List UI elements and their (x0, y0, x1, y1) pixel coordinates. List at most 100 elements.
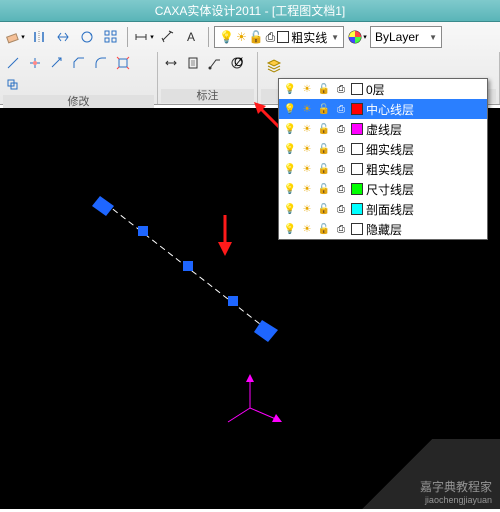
lock-icon: 🔓 (317, 82, 331, 96)
print-icon: ⎙ (334, 142, 348, 156)
grip-mid[interactable] (183, 261, 193, 271)
sun-icon: ☀ (300, 162, 314, 176)
tool-leader[interactable] (205, 53, 225, 73)
lightbulb-icon: 💡 (283, 82, 297, 96)
linetype-combo[interactable]: ByLayer ▼ (370, 26, 442, 48)
layer-name: 剖面线层 (366, 201, 414, 218)
watermark-line1: 嘉字典教程家 (420, 478, 492, 495)
color-picker[interactable]: ▾ (346, 26, 368, 48)
lock-icon: 🔓 (317, 222, 331, 236)
print-icon: ⎙ (334, 82, 348, 96)
lock-icon: 🔓 (317, 162, 331, 176)
print-icon: ⎙ (334, 102, 348, 116)
tool-symbol[interactable]: Ø (227, 53, 247, 73)
tool-trim[interactable] (25, 53, 45, 73)
print-icon: ⎙ (334, 182, 348, 196)
layer-manager[interactable] (263, 55, 285, 77)
svg-text:A: A (187, 30, 195, 44)
layer-row[interactable]: 💡☀🔓⎙ 细实线层 (279, 139, 487, 159)
ucs-icon (228, 374, 282, 422)
layer-row[interactable]: 💡☀🔓⎙虚线层 (279, 119, 487, 139)
layer-dropdown: 💡☀🔓⎙0层💡☀🔓⎙中心线层💡☀🔓⎙虚线层💡☀🔓⎙细实线层💡☀🔓⎙粗实线层💡☀🔓… (278, 78, 488, 240)
print-icon: ⎙ (266, 30, 276, 45)
layer-name: 隐藏层 (366, 221, 402, 238)
lightbulb-icon: 💡 (283, 142, 297, 156)
lightbulb-icon: 💡 (283, 202, 297, 216)
lightbulb-icon: 💡 (283, 162, 297, 176)
color-swatch (351, 163, 363, 175)
layer-row[interactable]: 💡☀🔓⎙尺寸线层 (279, 179, 487, 199)
tool-mirror-h[interactable] (52, 26, 74, 48)
panel-label-annotate: 标注 (161, 89, 254, 103)
lock-icon: 🔓 (317, 122, 331, 136)
layer-row[interactable]: 💡☀🔓⎙隐藏层 (279, 219, 487, 239)
chevron-down-icon: ▼ (331, 33, 339, 42)
lightbulb-icon: 💡 (283, 122, 297, 136)
tool-array[interactable] (100, 26, 122, 48)
lightbulb-icon: 💡 (219, 30, 234, 44)
sun-icon: ☀ (236, 30, 247, 44)
panel-modify: 修改 (0, 52, 158, 104)
color-swatch (351, 83, 363, 95)
tool-offset[interactable] (3, 75, 23, 95)
layer-combo[interactable]: 💡 ☀ 🔓 ⎙ 粗实线 ▼ (214, 26, 344, 48)
tool-dim-h[interactable] (161, 53, 181, 73)
tool-dim-linear[interactable]: ▾ (133, 26, 155, 48)
tool-line[interactable] (3, 53, 23, 73)
sun-icon: ☀ (300, 102, 314, 116)
panel-label-modify: 修改 (3, 95, 154, 109)
tool-mirror[interactable] (28, 26, 50, 48)
sun-icon: ☀ (300, 222, 314, 236)
sun-icon: ☀ (300, 142, 314, 156)
title-bar: CAXA实体设计2011 - [工程图文档1] (0, 0, 500, 22)
layer-combo-text: 粗实线 (291, 29, 327, 46)
lightbulb-icon: 💡 (283, 102, 297, 116)
tool-dim-doc[interactable] (183, 53, 203, 73)
separator (208, 27, 209, 47)
tool-extend[interactable] (47, 53, 67, 73)
sun-icon: ☀ (300, 82, 314, 96)
tool-fillet[interactable] (91, 53, 111, 73)
tool-chamfer[interactable] (69, 53, 89, 73)
color-swatch (351, 123, 363, 135)
tool-dim-aligned[interactable] (157, 26, 179, 48)
print-icon: ⎙ (334, 202, 348, 216)
color-swatch (351, 183, 363, 195)
panel-annotate: Ø 标注 (158, 52, 258, 104)
color-swatch (351, 103, 363, 115)
grip-node-1[interactable] (138, 226, 148, 236)
layer-name: 细实线层 (366, 141, 414, 158)
layer-row[interactable]: 💡☀🔓⎙0层 (279, 79, 487, 99)
layer-name: 中心线层 (366, 101, 414, 118)
svg-text:Ø: Ø (234, 55, 243, 69)
tool-text[interactable]: A (181, 26, 203, 48)
color-swatch (351, 143, 363, 155)
tool-eraser[interactable]: ▾ (4, 26, 26, 48)
lightbulb-icon: 💡 (283, 222, 297, 236)
grip-node-2[interactable] (228, 296, 238, 306)
lock-icon: 🔓 (317, 102, 331, 116)
sun-icon: ☀ (300, 122, 314, 136)
app-title: CAXA实体设计2011 - [工程图文档1] (155, 2, 346, 19)
color-swatch (351, 203, 363, 215)
lightbulb-icon: 💡 (283, 182, 297, 196)
lock-icon: 🔓 (317, 142, 331, 156)
layer-row[interactable]: 💡☀🔓⎙粗实线层 (279, 159, 487, 179)
color-swatch (277, 31, 289, 43)
grip-end-arrow[interactable] (254, 320, 278, 342)
sun-icon: ☀ (300, 202, 314, 216)
layer-name: 粗实线层 (366, 161, 414, 178)
annotation-arrow-2 (210, 210, 240, 260)
linetype-text: ByLayer (375, 30, 419, 44)
sun-icon: ☀ (300, 182, 314, 196)
layer-name: 虚线层 (366, 121, 402, 138)
tool-rotate[interactable] (76, 26, 98, 48)
toolbar-row-1: ▾ ▾ A 💡 ☀ 🔓 ⎙ 粗实线 ▼ ▾ ByLayer ▼ (0, 22, 500, 52)
grip-start-arrow[interactable] (92, 196, 114, 216)
separator (127, 27, 128, 47)
layer-row[interactable]: 💡☀🔓⎙ 中心线层 (279, 99, 487, 119)
color-swatch (351, 223, 363, 235)
watermark-line2: jiaochengjiayuan (425, 495, 492, 505)
layer-row[interactable]: 💡☀🔓⎙剖面线层 (279, 199, 487, 219)
tool-explode[interactable] (113, 53, 133, 73)
